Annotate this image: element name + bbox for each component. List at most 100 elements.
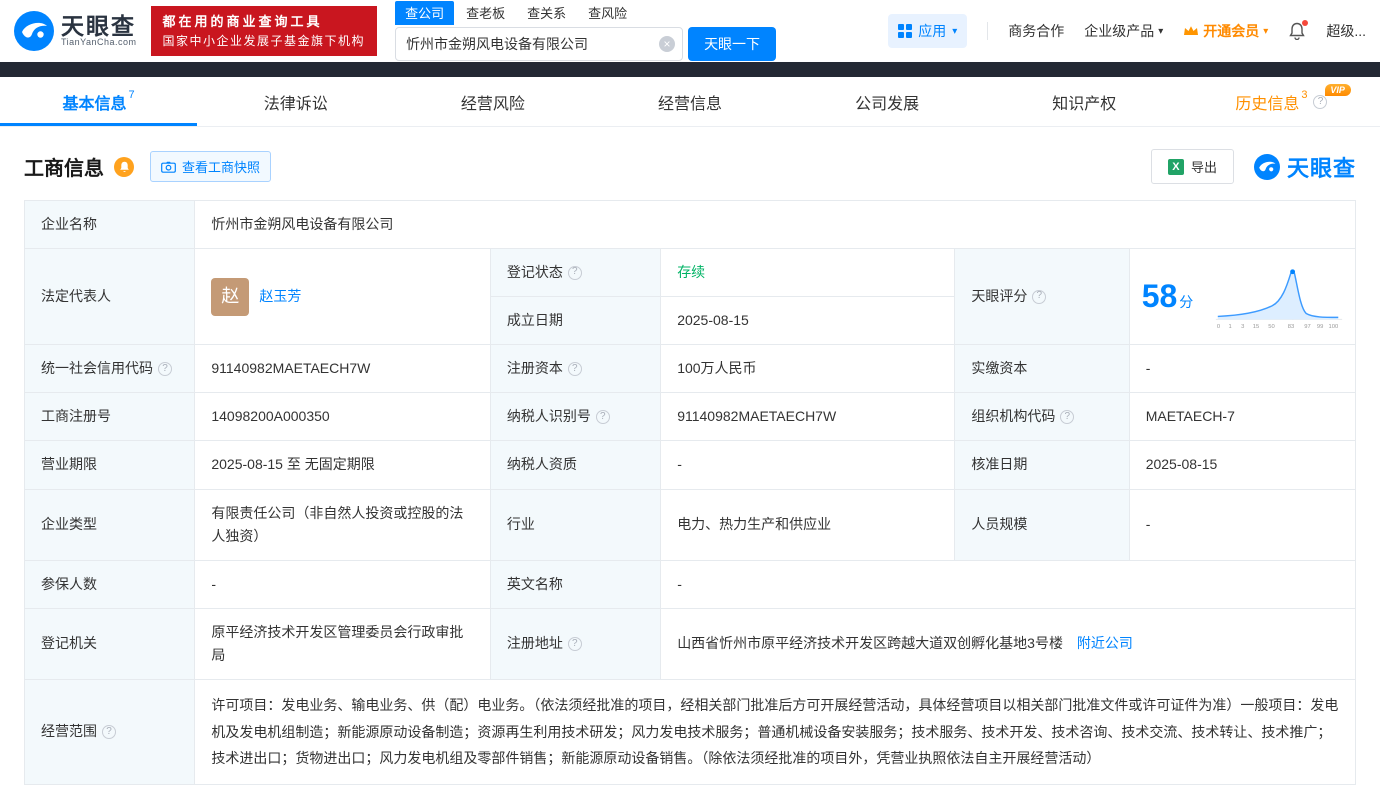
table-row: 法定代表人 赵 赵玉芳 登记状态 ? 存续 (25, 249, 1356, 297)
tab-label: 基本信息 (63, 90, 127, 114)
paid-capital-value: - (1129, 345, 1355, 393)
staff-size-value: - (1129, 489, 1355, 560)
reg-status-label: 登记状态 ? (490, 249, 660, 297)
company-type-label: 企业类型 (25, 489, 195, 560)
help-icon[interactable]: ? (568, 362, 582, 376)
svg-text:0: 0 (1217, 324, 1220, 330)
legal-rep-link[interactable]: 赵玉芳 (259, 285, 301, 308)
industry-label: 行业 (490, 489, 660, 560)
taxpayer-qualification-value: - (661, 441, 955, 489)
nav-cooperation[interactable]: 商务合作 (1008, 21, 1064, 41)
search-input[interactable] (395, 27, 683, 61)
insured-num-value: - (195, 560, 490, 608)
help-icon[interactable]: ? (568, 266, 582, 280)
notification-bell-icon[interactable] (1288, 22, 1306, 40)
company-name-label: 企业名称 (25, 201, 195, 249)
score-value: 58分 0 1 3 15 50 (1129, 249, 1355, 345)
svg-text:97: 97 (1304, 324, 1310, 330)
excel-icon: X (1168, 159, 1184, 175)
insured-num-label: 参保人数 (25, 560, 195, 608)
subscribe-bell-icon[interactable] (114, 157, 134, 177)
reg-capital-label: 注册资本 ? (490, 345, 660, 393)
dark-divider (0, 62, 1380, 77)
user-menu[interactable]: 超级... (1326, 21, 1366, 41)
apps-menu[interactable]: 应用 ▾ (888, 14, 967, 48)
legal-rep-label: 法定代表人 (25, 249, 195, 345)
business-scope-label: 经营范围 ? (25, 680, 195, 785)
score-label: 天眼评分 ? (955, 249, 1129, 345)
table-row: 登记机关 原平经济技术开发区管理委员会行政审批局 注册地址 ? 山西省忻州市原平… (25, 608, 1356, 679)
snapshot-button[interactable]: 查看工商快照 (150, 151, 271, 182)
search-tab-company[interactable]: 查公司 (395, 1, 454, 25)
crown-icon (1183, 25, 1199, 37)
chevron-down-icon: ▾ (1263, 26, 1268, 37)
industry-value: 电力、热力生产和供应业 (661, 489, 955, 560)
tianyancha-watermark-icon (1254, 154, 1280, 180)
main-content: 工商信息 查看工商快照 X 导出 (0, 127, 1380, 785)
clear-icon[interactable]: × (659, 36, 675, 52)
tab-history-info[interactable]: 历史信息 3 ? VIP (1183, 77, 1380, 126)
status-badge: 存续 (677, 264, 705, 280)
tianyancha-logo[interactable]: 天眼查 TianYanCha.com (14, 11, 137, 51)
search-button[interactable]: 天眼一下 (688, 27, 776, 61)
taxpayer-id-value: 91140982MAETAECH7W (661, 393, 955, 441)
section-header: 工商信息 查看工商快照 X 导出 (0, 127, 1380, 200)
vip-badge: VIP (1325, 84, 1351, 96)
search-tab-risk[interactable]: 查风险 (578, 1, 637, 25)
logo-title: 天眼查 (61, 14, 137, 38)
biz-term-value: 2025-08-15 至 无固定期限 (195, 441, 490, 489)
credit-code-label: 统一社会信用代码 ? (25, 345, 195, 393)
table-row: 经营范围 ? 许可项目：发电业务、输电业务、供（配）电业务。（依法须经批准的项目… (25, 680, 1356, 785)
help-icon[interactable]: ? (568, 637, 582, 651)
promo-banner: 都在用的商业查询工具 国家中小企业发展子基金旗下机构 (151, 6, 378, 57)
help-icon[interactable]: ? (158, 362, 172, 376)
approval-date-label: 核准日期 (955, 441, 1129, 489)
nearby-companies-link[interactable]: 附近公司 (1077, 635, 1133, 651)
company-name-value: 忻州市金朔风电设备有限公司 (195, 201, 1356, 249)
help-icon[interactable]: ? (1313, 95, 1327, 109)
table-row: 企业类型 有限责任公司（非自然人投资或控股的法人独资） 行业 电力、热力生产和供… (25, 489, 1356, 560)
biz-term-label: 营业期限 (25, 441, 195, 489)
business-scope-value: 许可项目：发电业务、输电业务、供（配）电业务。（依法须经批准的项目，经相关部门批… (195, 680, 1356, 785)
reg-no-value: 14098200A000350 (195, 393, 490, 441)
help-icon[interactable]: ? (596, 410, 610, 424)
table-row: 工商注册号 14098200A000350 纳税人识别号 ? 91140982M… (25, 393, 1356, 441)
tianyancha-logo-icon (14, 11, 54, 51)
search-tab-relation[interactable]: 查关系 (517, 1, 576, 25)
notification-dot (1302, 20, 1308, 26)
help-icon[interactable]: ? (102, 725, 116, 739)
help-icon[interactable]: ? (1060, 410, 1074, 424)
nav-enterprise[interactable]: 企业级产品 ▾ (1084, 21, 1163, 41)
promo-line2: 国家中小企业发展子基金旗下机构 (163, 32, 366, 51)
export-button[interactable]: X 导出 (1151, 149, 1234, 184)
section-title: 工商信息 (24, 152, 104, 181)
org-code-value: MAETAECH-7 (1129, 393, 1355, 441)
tab-count: 7 (129, 90, 135, 101)
tab-business-info[interactable]: 经营信息 (591, 77, 788, 126)
tab-intellectual-property[interactable]: 知识产权 (986, 77, 1183, 126)
approval-date-value: 2025-08-15 (1129, 441, 1355, 489)
table-row: 统一社会信用代码 ? 91140982MAETAECH7W 注册资本 ? 100… (25, 345, 1356, 393)
svg-text:99: 99 (1317, 324, 1323, 330)
page: 天眼查 TianYanCha.com 都在用的商业查询工具 国家中小企业发展子基… (0, 0, 1380, 785)
promo-line1: 都在用的商业查询工具 (163, 12, 366, 32)
tab-operational-risk[interactable]: 经营风险 (394, 77, 591, 126)
tab-basic-info[interactable]: 基本信息 7 (0, 77, 197, 126)
score-distribution-chart: 0 1 3 15 50 83 97 99 100 (1215, 263, 1343, 331)
nav-vip[interactable]: 开通会员 ▾ (1183, 21, 1268, 41)
legal-rep-avatar[interactable]: 赵 (211, 278, 249, 316)
company-nav-tabs: 基本信息 7 法律诉讼 经营风险 经营信息 公司发展 知识产权 历史信息 3 ?… (0, 77, 1380, 127)
reg-address-label: 注册地址 ? (490, 608, 660, 679)
help-icon[interactable]: ? (1032, 290, 1046, 304)
header-nav: 应用 ▾ 商务合作 企业级产品 ▾ 开通会员 ▾ (888, 14, 1366, 48)
search-tab-boss[interactable]: 查老板 (456, 1, 515, 25)
snapshot-button-label: 查看工商快照 (182, 157, 260, 176)
reg-status-value: 存续 (661, 249, 955, 297)
reg-address-value: 山西省忻州市原平经济技术开发区跨越大道双创孵化基地3号楼 附近公司 (661, 608, 1356, 679)
grid-icon (898, 24, 912, 38)
tab-count: 3 (1301, 90, 1307, 101)
tab-legal-proceedings[interactable]: 法律诉讼 (197, 77, 394, 126)
reg-authority-value: 原平经济技术开发区管理委员会行政审批局 (195, 608, 490, 679)
staff-size-label: 人员规模 (955, 489, 1129, 560)
tab-company-development[interactable]: 公司发展 (789, 77, 986, 126)
